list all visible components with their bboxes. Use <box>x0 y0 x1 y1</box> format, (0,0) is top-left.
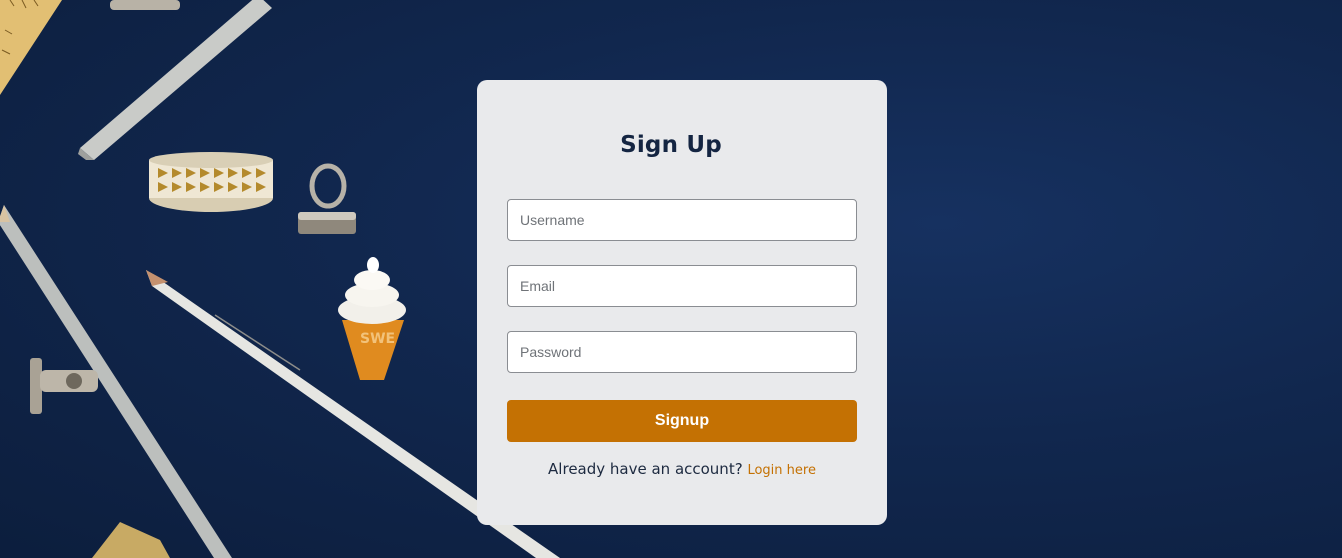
cone-text: SWE <box>360 331 395 347</box>
email-input[interactable] <box>507 265 857 307</box>
ice-cream-eraser: SWE <box>338 257 406 380</box>
login-prompt: Already have an account? Login here <box>477 460 887 478</box>
page-title: Sign Up <box>620 132 722 158</box>
gold-tape-fragment <box>92 522 170 558</box>
washi-tape <box>149 152 273 212</box>
signup-button[interactable]: Signup <box>507 400 857 442</box>
login-prompt-text: Already have an account? <box>548 460 743 478</box>
login-link[interactable]: Login here <box>747 463 816 478</box>
ruler-image <box>0 0 62 95</box>
password-input[interactable] <box>507 331 857 373</box>
binder-clip-top <box>110 0 180 10</box>
binder-clip-middle <box>298 163 356 234</box>
binder-clip-left <box>30 358 98 414</box>
username-input[interactable] <box>507 199 857 241</box>
